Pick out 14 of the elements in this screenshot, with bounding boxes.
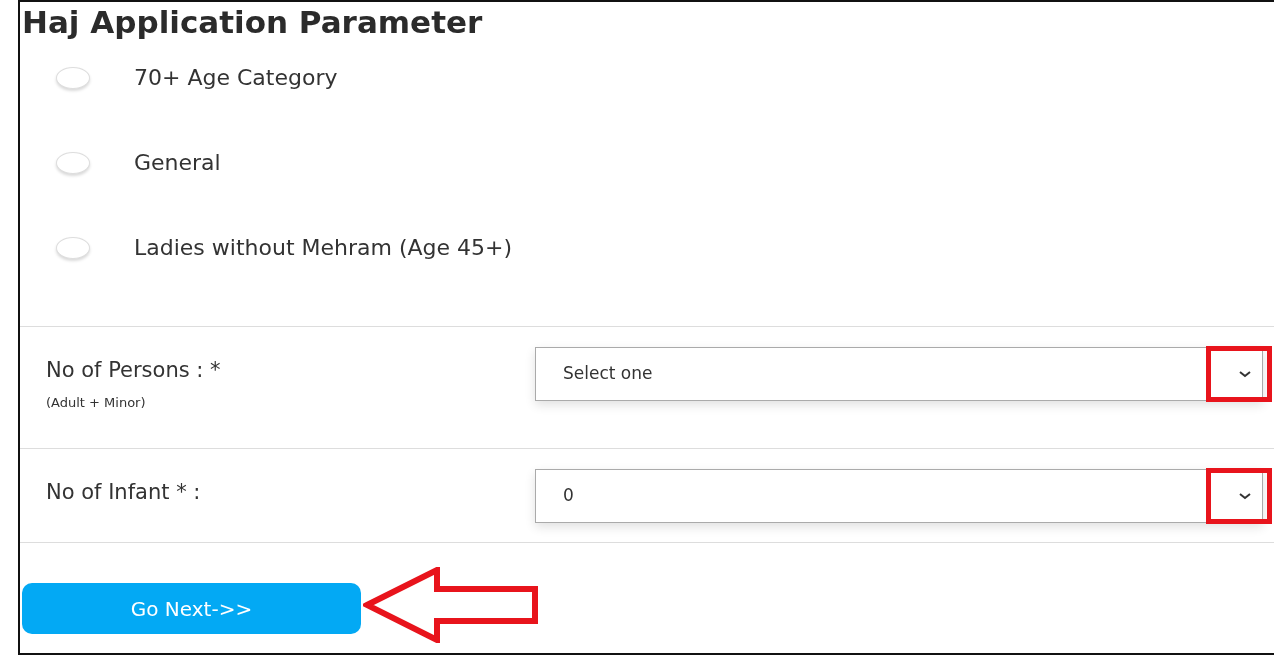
- radio-button[interactable]: [56, 236, 90, 259]
- radio-label: General: [134, 149, 221, 178]
- caret-icon: [1238, 492, 1252, 501]
- radio-label: Ladies without Mehram (Age 45+): [134, 234, 513, 263]
- caret-icon: [1238, 370, 1252, 379]
- page-title: Haj Application Parameter: [22, 4, 484, 42]
- field-label: No of Infant * :: [46, 479, 202, 507]
- field-label: No of Persons : *: [46, 357, 222, 385]
- radio-label: 70+ Age Category: [134, 64, 338, 93]
- field-note: (Adult + Minor): [46, 393, 147, 412]
- select-field[interactable]: Select one: [535, 347, 1263, 402]
- select-field[interactable]: 0: [535, 469, 1263, 524]
- radio-button[interactable]: [56, 151, 90, 174]
- radio-button[interactable]: [56, 66, 90, 89]
